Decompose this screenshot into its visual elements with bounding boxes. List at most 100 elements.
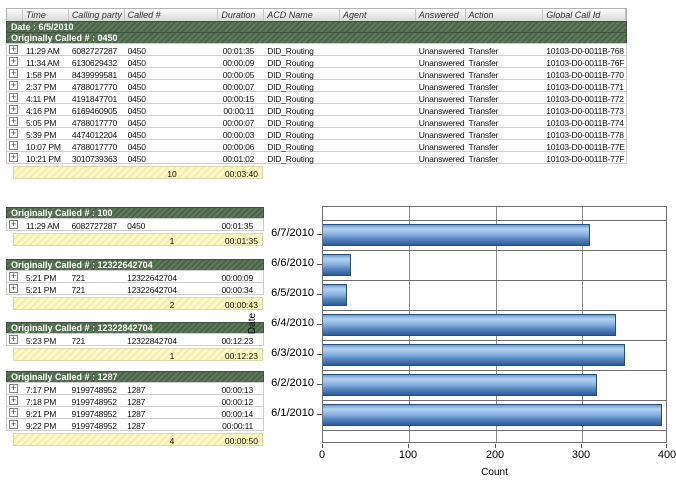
cell: 0450	[124, 219, 217, 230]
table-header-row: TimeCalling party #Called #DurationACD N…	[6, 8, 627, 22]
expand-plus-icon[interactable]: +	[9, 93, 18, 102]
cell: Transfer	[466, 68, 544, 79]
expand-cell: +	[7, 334, 23, 345]
cell: DID_Routing	[264, 104, 340, 115]
cell: DID_Routing	[264, 140, 340, 151]
chart-bar	[323, 404, 662, 426]
table-row[interactable]: +9:21 PM9199748952128700:00:14	[6, 406, 264, 419]
summary-total-duration: 00:03:40	[225, 169, 258, 179]
expand-plus-icon[interactable]: +	[9, 105, 18, 114]
cell: 0450	[125, 116, 219, 127]
y-axis-tick-label: 6/6/2010	[252, 257, 314, 269]
cell: 1287	[124, 419, 217, 430]
table-row[interactable]: +4:16 PM6169460905045000:00:11DID_Routin…	[6, 103, 627, 116]
expand-plus-icon[interactable]: +	[9, 45, 18, 54]
table-row[interactable]: +7:17 PM9199748952128700:00:13	[6, 382, 264, 395]
cell: DID_Routing	[264, 44, 340, 55]
cell: 10103-D0-0011B-778	[543, 128, 626, 139]
cell: 4788017770	[69, 140, 125, 151]
cell: 12322842704	[124, 334, 217, 345]
table-row[interactable]: +5:21 PM7211232264270400:00:09	[6, 270, 264, 283]
table-row[interactable]: +10:07 PM4788017770045000:00:06DID_Routi…	[6, 139, 627, 152]
expand-plus-icon[interactable]: +	[9, 220, 18, 229]
cell: DID_Routing	[264, 92, 340, 103]
column-header-answered[interactable]: Answered	[416, 9, 466, 21]
table-row[interactable]: +2:37 PM4788017770045000:00:07DID_Routin…	[6, 79, 627, 92]
expand-plus-icon[interactable]: +	[9, 335, 18, 344]
cell: Unanswered	[416, 44, 466, 55]
table-row[interactable]: +7:18 PM9199748952128700:00:12	[6, 394, 264, 407]
column-header-duration[interactable]: Duration	[218, 9, 264, 21]
expand-plus-icon[interactable]: +	[9, 396, 18, 405]
table-row[interactable]: +4:11 PM4191847701045000:00:15DID_Routin…	[6, 91, 627, 104]
chart-plot-area	[322, 206, 667, 443]
expand-plus-icon[interactable]: +	[9, 420, 18, 429]
cell: 1287	[124, 383, 217, 394]
cell: 5:05 PM	[23, 116, 69, 127]
expand-plus-icon[interactable]: +	[9, 408, 18, 417]
expand-plus-icon[interactable]: +	[9, 117, 18, 126]
column-header-calling-party-[interactable]: Calling party #	[69, 9, 125, 21]
expand-plus-icon[interactable]: +	[9, 141, 18, 150]
cell: 00:00:05	[218, 68, 264, 79]
column-header-expand[interactable]	[7, 9, 23, 21]
expand-plus-icon[interactable]: +	[9, 384, 18, 393]
expand-cell: +	[7, 56, 23, 67]
gridline-horizontal	[323, 280, 666, 281]
cell: 10103-D0-0011B-773	[543, 104, 626, 115]
column-header-time[interactable]: Time	[23, 9, 69, 21]
table-row[interactable]: +11:29 AM6082727287045000:01:35DID_Routi…	[6, 43, 627, 56]
y-axis-tick-mark	[317, 324, 322, 325]
expand-plus-icon[interactable]: +	[9, 129, 18, 138]
column-header-acd-name[interactable]: ACD Name	[264, 9, 340, 21]
cell: 0450	[125, 128, 219, 139]
cell	[340, 104, 416, 115]
expand-plus-icon[interactable]: +	[9, 69, 18, 78]
expand-plus-icon[interactable]: +	[9, 81, 18, 90]
x-axis-tick-mark	[581, 444, 582, 448]
expand-cell: +	[7, 92, 23, 103]
cell	[340, 44, 416, 55]
table-row[interactable]: +11:34 AM6130629432045000:00:09DID_Routi…	[6, 55, 627, 68]
cell: 00:00:11	[217, 419, 263, 430]
table-row[interactable]: +5:05 PM4788017770045000:00:07DID_Routin…	[6, 115, 627, 128]
cell: 0450	[125, 56, 219, 67]
x-axis-tick-label: 300	[572, 449, 590, 461]
table-row[interactable]: +11:29 AM6082727287045000:01:35	[6, 218, 264, 231]
y-axis-tick-label: 6/4/2010	[252, 317, 314, 329]
cell: 8439999581	[69, 68, 125, 79]
table-row[interactable]: +5:39 PM4474012204045000:00:03DID_Routin…	[6, 127, 627, 140]
cell: 12322642704	[124, 271, 217, 282]
table-row[interactable]: +1:58 PM8439999581045000:00:05DID_Routin…	[6, 67, 627, 80]
expand-cell: +	[7, 283, 23, 294]
expand-plus-icon[interactable]: +	[9, 272, 18, 281]
cell: 10103-D0-0011B-772	[543, 92, 626, 103]
table-row[interactable]: +5:23 PM7211232284270400:12:23	[6, 333, 264, 346]
table-row[interactable]: +9:22 PM9199748952128700:00:11	[6, 418, 264, 431]
cell: 11:34 AM	[23, 56, 69, 67]
table-row[interactable]: +5:21 PM7211232264270400:00:34	[6, 282, 264, 295]
expand-plus-icon[interactable]: +	[9, 284, 18, 293]
expand-cell: +	[7, 407, 23, 418]
column-header-called-[interactable]: Called #	[125, 9, 219, 21]
table-row[interactable]: +10:21 PM3010739363045000:01:02DID_Routi…	[6, 151, 627, 164]
chart-bar	[323, 314, 616, 336]
column-header-global-call-id[interactable]: Global Call Id	[543, 9, 626, 21]
column-header-agent[interactable]: Agent	[340, 9, 416, 21]
cell: 5:39 PM	[23, 128, 69, 139]
cell: 10:21 PM	[23, 152, 69, 163]
expand-plus-icon[interactable]: +	[9, 153, 18, 162]
gridline-horizontal	[323, 370, 666, 371]
cell: 9199748952	[69, 407, 125, 418]
y-axis-tick-label: 6/3/2010	[252, 347, 314, 359]
expand-plus-icon[interactable]: +	[9, 57, 18, 66]
column-header-action[interactable]: Action	[466, 9, 544, 21]
cell: Unanswered	[416, 116, 466, 127]
cell: 00:00:12	[217, 395, 263, 406]
cell	[340, 92, 416, 103]
chart-bar	[323, 284, 347, 306]
expand-cell: +	[7, 219, 23, 230]
cell: 00:00:15	[218, 92, 264, 103]
cell: Unanswered	[416, 56, 466, 67]
cell: 0450	[125, 152, 219, 163]
